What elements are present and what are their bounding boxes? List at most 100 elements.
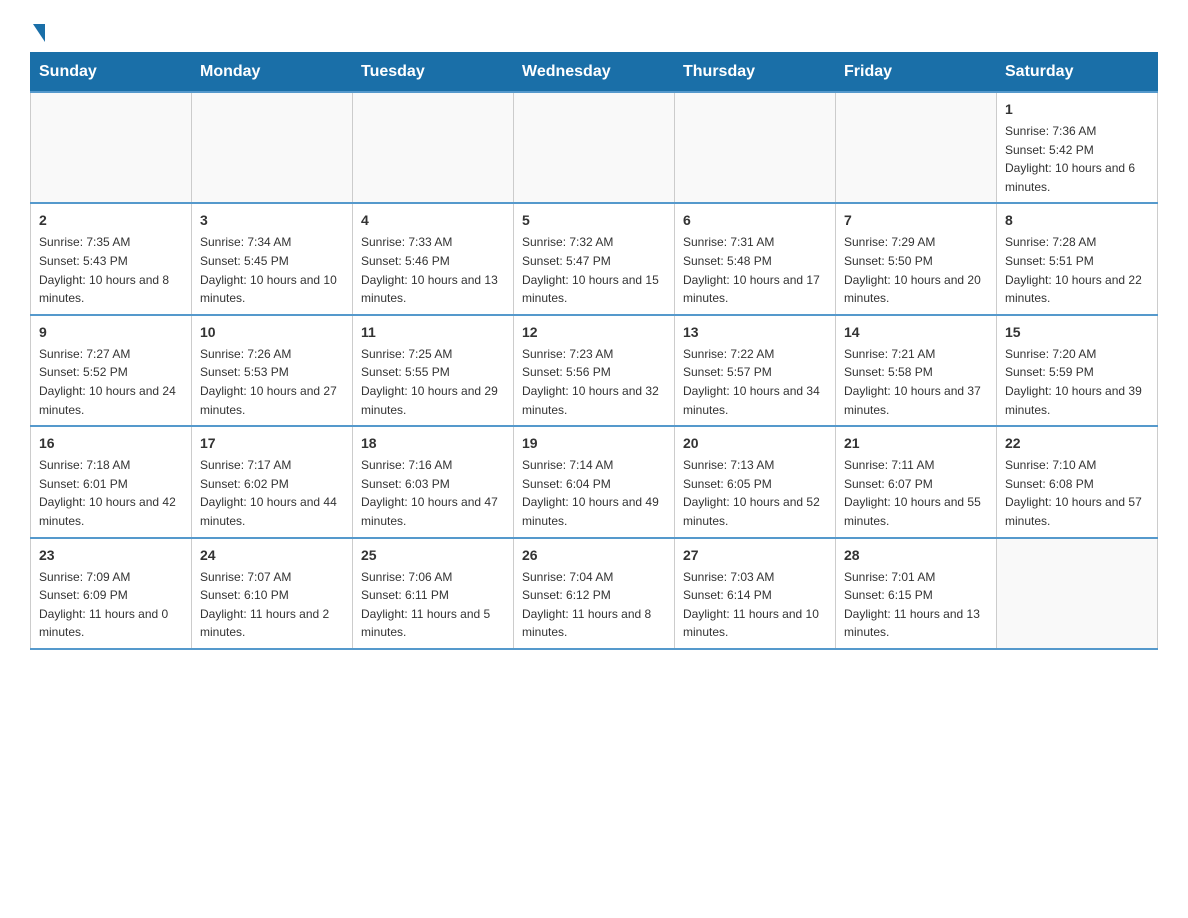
calendar-cell: 20Sunrise: 7:13 AMSunset: 6:05 PMDayligh…: [675, 426, 836, 537]
day-number: 9: [39, 322, 183, 343]
day-info: Sunrise: 7:03 AMSunset: 6:14 PMDaylight:…: [683, 568, 827, 642]
day-number: 7: [844, 210, 988, 231]
calendar-cell: [192, 92, 353, 203]
calendar-cell: 12Sunrise: 7:23 AMSunset: 5:56 PMDayligh…: [514, 315, 675, 426]
day-number: 28: [844, 545, 988, 566]
calendar-week-row: 1Sunrise: 7:36 AMSunset: 5:42 PMDaylight…: [31, 92, 1158, 203]
day-info: Sunrise: 7:36 AMSunset: 5:42 PMDaylight:…: [1005, 122, 1149, 196]
day-number: 15: [1005, 322, 1149, 343]
day-info: Sunrise: 7:21 AMSunset: 5:58 PMDaylight:…: [844, 345, 988, 419]
day-info: Sunrise: 7:34 AMSunset: 5:45 PMDaylight:…: [200, 233, 344, 307]
day-info: Sunrise: 7:11 AMSunset: 6:07 PMDaylight:…: [844, 456, 988, 530]
calendar-cell: 28Sunrise: 7:01 AMSunset: 6:15 PMDayligh…: [836, 538, 997, 649]
calendar-cell: 23Sunrise: 7:09 AMSunset: 6:09 PMDayligh…: [31, 538, 192, 649]
calendar-day-header: Tuesday: [353, 53, 514, 93]
calendar-cell: 27Sunrise: 7:03 AMSunset: 6:14 PMDayligh…: [675, 538, 836, 649]
calendar-cell: [353, 92, 514, 203]
day-info: Sunrise: 7:06 AMSunset: 6:11 PMDaylight:…: [361, 568, 505, 642]
calendar-cell: 17Sunrise: 7:17 AMSunset: 6:02 PMDayligh…: [192, 426, 353, 537]
day-info: Sunrise: 7:23 AMSunset: 5:56 PMDaylight:…: [522, 345, 666, 419]
day-number: 14: [844, 322, 988, 343]
calendar-cell: 16Sunrise: 7:18 AMSunset: 6:01 PMDayligh…: [31, 426, 192, 537]
day-info: Sunrise: 7:13 AMSunset: 6:05 PMDaylight:…: [683, 456, 827, 530]
calendar-week-row: 9Sunrise: 7:27 AMSunset: 5:52 PMDaylight…: [31, 315, 1158, 426]
day-info: Sunrise: 7:35 AMSunset: 5:43 PMDaylight:…: [39, 233, 183, 307]
calendar-cell: [514, 92, 675, 203]
day-info: Sunrise: 7:31 AMSunset: 5:48 PMDaylight:…: [683, 233, 827, 307]
day-number: 20: [683, 433, 827, 454]
calendar-day-header: Saturday: [997, 53, 1158, 93]
day-number: 8: [1005, 210, 1149, 231]
day-number: 16: [39, 433, 183, 454]
day-number: 11: [361, 322, 505, 343]
day-info: Sunrise: 7:32 AMSunset: 5:47 PMDaylight:…: [522, 233, 666, 307]
calendar-cell: 5Sunrise: 7:32 AMSunset: 5:47 PMDaylight…: [514, 203, 675, 314]
calendar-header-row: SundayMondayTuesdayWednesdayThursdayFrid…: [31, 53, 1158, 93]
logo-arrow-icon: [33, 24, 45, 42]
calendar-cell: [675, 92, 836, 203]
day-info: Sunrise: 7:18 AMSunset: 6:01 PMDaylight:…: [39, 456, 183, 530]
day-info: Sunrise: 7:10 AMSunset: 6:08 PMDaylight:…: [1005, 456, 1149, 530]
day-number: 10: [200, 322, 344, 343]
day-number: 4: [361, 210, 505, 231]
day-number: 22: [1005, 433, 1149, 454]
day-info: Sunrise: 7:33 AMSunset: 5:46 PMDaylight:…: [361, 233, 505, 307]
day-number: 27: [683, 545, 827, 566]
calendar-cell: 25Sunrise: 7:06 AMSunset: 6:11 PMDayligh…: [353, 538, 514, 649]
calendar-cell: 6Sunrise: 7:31 AMSunset: 5:48 PMDaylight…: [675, 203, 836, 314]
calendar-cell: 7Sunrise: 7:29 AMSunset: 5:50 PMDaylight…: [836, 203, 997, 314]
calendar-day-header: Thursday: [675, 53, 836, 93]
day-number: 23: [39, 545, 183, 566]
logo: [30, 20, 45, 42]
day-number: 26: [522, 545, 666, 566]
day-info: Sunrise: 7:26 AMSunset: 5:53 PMDaylight:…: [200, 345, 344, 419]
day-info: Sunrise: 7:28 AMSunset: 5:51 PMDaylight:…: [1005, 233, 1149, 307]
calendar-cell: 22Sunrise: 7:10 AMSunset: 6:08 PMDayligh…: [997, 426, 1158, 537]
calendar-cell: 14Sunrise: 7:21 AMSunset: 5:58 PMDayligh…: [836, 315, 997, 426]
day-info: Sunrise: 7:01 AMSunset: 6:15 PMDaylight:…: [844, 568, 988, 642]
day-info: Sunrise: 7:22 AMSunset: 5:57 PMDaylight:…: [683, 345, 827, 419]
calendar-week-row: 16Sunrise: 7:18 AMSunset: 6:01 PMDayligh…: [31, 426, 1158, 537]
calendar-cell: 26Sunrise: 7:04 AMSunset: 6:12 PMDayligh…: [514, 538, 675, 649]
day-number: 25: [361, 545, 505, 566]
day-info: Sunrise: 7:17 AMSunset: 6:02 PMDaylight:…: [200, 456, 344, 530]
calendar-cell: 21Sunrise: 7:11 AMSunset: 6:07 PMDayligh…: [836, 426, 997, 537]
day-number: 12: [522, 322, 666, 343]
day-number: 13: [683, 322, 827, 343]
day-info: Sunrise: 7:29 AMSunset: 5:50 PMDaylight:…: [844, 233, 988, 307]
day-info: Sunrise: 7:04 AMSunset: 6:12 PMDaylight:…: [522, 568, 666, 642]
calendar-week-row: 2Sunrise: 7:35 AMSunset: 5:43 PMDaylight…: [31, 203, 1158, 314]
calendar-cell: 10Sunrise: 7:26 AMSunset: 5:53 PMDayligh…: [192, 315, 353, 426]
calendar-day-header: Wednesday: [514, 53, 675, 93]
day-info: Sunrise: 7:07 AMSunset: 6:10 PMDaylight:…: [200, 568, 344, 642]
calendar-day-header: Sunday: [31, 53, 192, 93]
calendar-cell: 1Sunrise: 7:36 AMSunset: 5:42 PMDaylight…: [997, 92, 1158, 203]
day-number: 6: [683, 210, 827, 231]
calendar-cell: [31, 92, 192, 203]
day-number: 18: [361, 433, 505, 454]
calendar-cell: 8Sunrise: 7:28 AMSunset: 5:51 PMDaylight…: [997, 203, 1158, 314]
calendar-cell: 15Sunrise: 7:20 AMSunset: 5:59 PMDayligh…: [997, 315, 1158, 426]
day-number: 17: [200, 433, 344, 454]
calendar-cell: 24Sunrise: 7:07 AMSunset: 6:10 PMDayligh…: [192, 538, 353, 649]
calendar-cell: 13Sunrise: 7:22 AMSunset: 5:57 PMDayligh…: [675, 315, 836, 426]
day-number: 3: [200, 210, 344, 231]
calendar-cell: [997, 538, 1158, 649]
day-number: 21: [844, 433, 988, 454]
calendar-cell: 2Sunrise: 7:35 AMSunset: 5:43 PMDaylight…: [31, 203, 192, 314]
calendar-cell: 4Sunrise: 7:33 AMSunset: 5:46 PMDaylight…: [353, 203, 514, 314]
day-info: Sunrise: 7:20 AMSunset: 5:59 PMDaylight:…: [1005, 345, 1149, 419]
day-number: 1: [1005, 99, 1149, 120]
calendar-cell: 3Sunrise: 7:34 AMSunset: 5:45 PMDaylight…: [192, 203, 353, 314]
day-info: Sunrise: 7:09 AMSunset: 6:09 PMDaylight:…: [39, 568, 183, 642]
day-number: 2: [39, 210, 183, 231]
day-number: 5: [522, 210, 666, 231]
calendar-table: SundayMondayTuesdayWednesdayThursdayFrid…: [30, 52, 1158, 650]
day-info: Sunrise: 7:27 AMSunset: 5:52 PMDaylight:…: [39, 345, 183, 419]
day-number: 19: [522, 433, 666, 454]
day-info: Sunrise: 7:16 AMSunset: 6:03 PMDaylight:…: [361, 456, 505, 530]
calendar-cell: [836, 92, 997, 203]
day-info: Sunrise: 7:25 AMSunset: 5:55 PMDaylight:…: [361, 345, 505, 419]
calendar-cell: 11Sunrise: 7:25 AMSunset: 5:55 PMDayligh…: [353, 315, 514, 426]
day-number: 24: [200, 545, 344, 566]
